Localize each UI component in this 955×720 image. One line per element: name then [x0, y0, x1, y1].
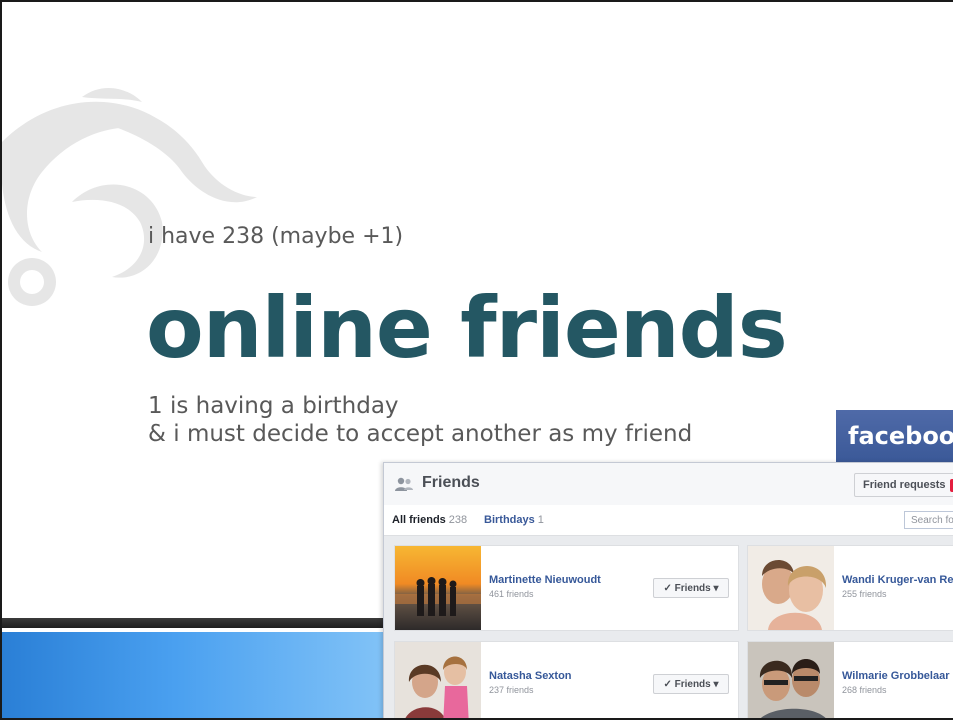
body-line-1: 1 is having a birthday [148, 393, 399, 419]
body-line-2: & i must decide to accept another as my … [148, 421, 693, 447]
friend-photo [395, 546, 481, 630]
tab-birthdays[interactable]: Birthdays 1 [484, 514, 544, 526]
slide-subtitle: i have 238 (maybe +1) [148, 224, 404, 249]
friend-photo [748, 546, 834, 630]
friends-title: Friends [422, 474, 480, 491]
slide-body: 1 is having a birthday & i must decide t… [148, 392, 692, 448]
friends-icon [395, 477, 413, 491]
friend-count: 237 friends [489, 685, 534, 695]
friends-search-input[interactable]: Search for y [904, 511, 953, 529]
friend-name[interactable]: Natasha Sexton [489, 670, 572, 682]
friend-card[interactable]: Martinette Nieuwoudt 461 friends ✓ Frien… [394, 545, 739, 631]
friend-card[interactable]: Natasha Sexton 237 friends ✓ Friends ▾ [394, 641, 739, 718]
friends-tabs: All friends238 Birthdays1 Search for y [384, 505, 953, 536]
tab-all-friends-count: 238 [448, 514, 468, 526]
dark-band [2, 618, 387, 628]
friends-header: Friends Friend requests1 [384, 463, 953, 506]
friend-requests-badge: 1 [949, 479, 953, 492]
slide-title: online friends [146, 279, 788, 377]
friend-name[interactable]: Wandi Kruger-van Re [842, 574, 953, 586]
friend-photo [748, 642, 834, 718]
friend-name[interactable]: Martinette Nieuwoudt [489, 574, 601, 586]
tab-all-friends[interactable]: All friends 238 [392, 514, 467, 526]
tab-birthdays-label: Birthdays [484, 514, 535, 526]
blue-band [2, 632, 387, 718]
tab-birthdays-count: 1 [537, 514, 544, 526]
friend-name[interactable]: Wilmarie Grobbelaar [842, 670, 950, 682]
friend-requests-button[interactable]: Friend requests1 [854, 473, 953, 497]
friend-photo [395, 642, 481, 718]
facebook-logo: facebook [836, 410, 953, 462]
friend-card[interactable]: Wilmarie Grobbelaar 268 friends [747, 641, 953, 718]
slide: i have 238 (maybe +1) online friends 1 i… [0, 0, 953, 720]
friend-card[interactable]: Wandi Kruger-van Re 255 friends [747, 545, 953, 631]
friend-requests-label: Friend requests [863, 479, 946, 491]
friend-count: 255 friends [842, 589, 887, 599]
friend-count: 268 friends [842, 685, 887, 695]
friends-dropdown-button[interactable]: ✓ Friends ▾ [653, 674, 729, 694]
tab-all-friends-label: All friends [392, 514, 446, 526]
friends-dropdown-button[interactable]: ✓ Friends ▾ [653, 578, 729, 598]
facebook-friends-panel: Friends Friend requests1 All friends238 … [383, 462, 953, 718]
friend-count: 461 friends [489, 589, 534, 599]
